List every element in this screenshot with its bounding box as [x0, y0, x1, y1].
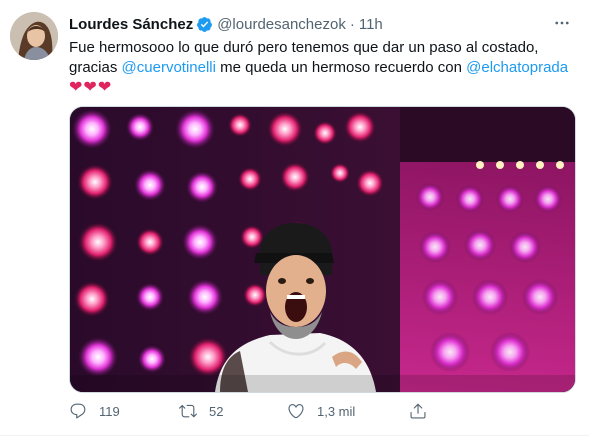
tweet-timestamp[interactable]: 11h — [359, 16, 383, 33]
avatar-image — [10, 12, 58, 60]
retweet-count: 52 — [209, 403, 224, 419]
share-button[interactable] — [409, 402, 439, 420]
tweet-header: Lourdes Sánchez @lourdesanchezok · 11h — [69, 14, 383, 34]
author-handle[interactable]: @lourdesanchezok — [217, 16, 346, 33]
author-name[interactable]: Lourdes Sánchez — [69, 16, 193, 33]
tweet-text-gracias: gracias — [69, 59, 118, 76]
tweet-text: Fue hermosooo lo que duró pero tenemos q… — [69, 38, 574, 98]
hearts-emoji: ❤❤❤ — [69, 79, 113, 96]
tweet-actions: 119 52 1,3 mil — [69, 402, 509, 424]
like-icon — [288, 404, 304, 419]
mention-link-elchatoprada[interactable]: @elchatoprada — [466, 59, 568, 76]
reply-button[interactable]: 119 — [69, 402, 120, 420]
tweet-photo[interactable] — [69, 106, 576, 393]
verified-badge-icon — [197, 16, 213, 32]
photo-stage-image — [70, 107, 575, 392]
mention-link-cuervotinelli[interactable]: @cuervotinelli — [122, 59, 216, 76]
tweet-text-line1: Fue hermosooo lo que duró pero tenemos q… — [69, 39, 539, 56]
reply-icon — [70, 403, 86, 419]
more-icon[interactable] — [551, 12, 573, 34]
separator-dot: · — [349, 15, 355, 33]
like-button[interactable]: 1,3 mil — [287, 402, 355, 420]
tweet-text-middle: me queda un hermoso recuerdo con — [220, 59, 462, 76]
author-avatar[interactable] — [10, 12, 58, 60]
share-icon — [410, 403, 426, 419]
retweet-icon — [179, 404, 197, 418]
like-count: 1,3 mil — [317, 403, 356, 419]
tweet-card[interactable]: Lourdes Sánchez @lourdesanchezok · 11h F… — [0, 0, 589, 436]
reply-count: 119 — [99, 403, 120, 419]
retweet-button[interactable]: 52 — [179, 402, 223, 420]
